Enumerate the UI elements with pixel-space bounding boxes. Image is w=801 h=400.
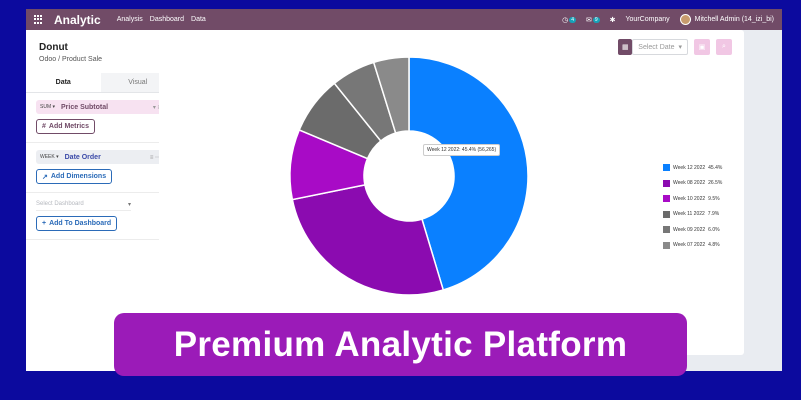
- activity-button[interactable]: ◷ 4: [562, 16, 576, 24]
- legend-swatch: [663, 164, 670, 172]
- legend-label: Week 09 2022: [673, 226, 706, 233]
- add-dimensions-button[interactable]: ↗ Add Dimensions: [36, 169, 113, 184]
- avatar: [679, 14, 691, 25]
- donut-slice-week-08-2022[interactable]: [291, 184, 445, 296]
- dimension-label: Date Order: [64, 153, 101, 161]
- add-to-dashboard-button[interactable]: + Add To Dashboard: [36, 216, 118, 231]
- messages-button[interactable]: ✉ 9: [586, 16, 600, 24]
- plus-icon: +: [42, 220, 47, 227]
- company-switcher[interactable]: YourCompany: [626, 16, 670, 23]
- activity-count-badge: 4: [569, 16, 576, 23]
- legend-value: 9.5%: [708, 195, 720, 202]
- legend-value: 6.0%: [708, 226, 720, 233]
- divider: [26, 192, 175, 193]
- legend-label: Week 07 2022: [673, 242, 706, 249]
- legend-swatch: [663, 195, 670, 203]
- metric-pill[interactable]: SUM ▾ Price Subtotal ▾ ≡: [36, 100, 165, 114]
- messages-count-badge: 9: [592, 16, 600, 23]
- legend-value: 26.5%: [708, 180, 723, 187]
- panel-subtitle: Odoo / Product Sale: [39, 56, 103, 63]
- legend-label: Week 08 2022: [673, 180, 706, 187]
- top-navbar: Analytic Analysis Dashboard Data ◷ 4 ✉ 9…: [26, 9, 782, 30]
- legend-label: Week 12 2022: [673, 164, 706, 171]
- chat-icon: ✉: [585, 16, 592, 24]
- chart-legend: Week 12 2022 45.4% Week 08 2022 26.5% Week 1…: [663, 160, 722, 253]
- legend-item[interactable]: Week 12 2022 45.4%: [663, 160, 722, 176]
- legend-swatch: [663, 179, 670, 187]
- donut-chart[interactable]: [159, 30, 744, 355]
- user-name: Mitchell Admin (14_izi_bi): [694, 16, 774, 23]
- metric-label: Price Subtotal: [61, 103, 109, 111]
- hash-icon: #: [42, 123, 46, 130]
- menu-dashboard[interactable]: Dashboard: [150, 16, 184, 23]
- chevron-down-icon: ▾: [127, 202, 131, 208]
- menu-data[interactable]: Data: [191, 16, 206, 23]
- chart-tooltip: Week 12 2022: 45.4% (56,265): [423, 144, 501, 156]
- legend-label: Week 11 2022: [673, 211, 705, 218]
- app-brand[interactable]: Analytic: [54, 13, 101, 27]
- select-dashboard-dropdown[interactable]: Select Dashboard ▾: [36, 201, 131, 211]
- add-metrics-button[interactable]: # Add Metrics: [36, 119, 95, 134]
- legend-value: 45.4%: [708, 164, 723, 171]
- legend-item[interactable]: Week 07 2022 4.8%: [663, 238, 722, 254]
- trend-line-icon: ↗: [42, 173, 48, 181]
- dimension-pill[interactable]: WEEK ▾ Date Order ≡ ⋯: [36, 150, 165, 164]
- bug-icon[interactable]: ✱: [610, 16, 616, 24]
- legend-swatch: [663, 210, 670, 218]
- legend-item[interactable]: Week 11 2022 7.9%: [663, 207, 722, 223]
- metric-aggregate-select[interactable]: SUM ▾: [40, 104, 55, 110]
- dimension-interval-select[interactable]: WEEK ▾: [40, 154, 59, 160]
- divider: [26, 142, 175, 143]
- panel-tabs: Data Visual: [26, 73, 175, 93]
- legend-value: 7.9%: [707, 211, 720, 218]
- banner-text: Premium Analytic Platform: [173, 324, 628, 364]
- legend-swatch: [663, 241, 670, 249]
- panel-title: Donut: [39, 42, 68, 53]
- promo-banner: Premium Analytic Platform: [114, 313, 687, 376]
- menu-analysis[interactable]: Analysis: [117, 16, 143, 23]
- legend-item[interactable]: Week 09 2022 6.0%: [663, 222, 722, 238]
- divider: [26, 239, 175, 240]
- tab-data[interactable]: Data: [26, 73, 101, 92]
- legend-item[interactable]: Week 10 2022 9.5%: [663, 191, 722, 207]
- chart-card: ▦ Select Date ▾ ▣ ⌕ Week 12 2022: 45.4% …: [159, 30, 744, 355]
- legend-value: 4.8%: [708, 242, 720, 249]
- user-menu[interactable]: Mitchell Admin (14_izi_bi): [679, 14, 774, 25]
- select-dashboard-placeholder: Select Dashboard: [36, 201, 84, 207]
- legend-swatch: [663, 226, 670, 234]
- legend-item[interactable]: Week 08 2022 26.5%: [663, 176, 722, 192]
- legend-label: Week 10 2022: [673, 195, 706, 202]
- apps-grid-icon[interactable]: [34, 14, 44, 25]
- clock-icon: ◷: [562, 16, 569, 24]
